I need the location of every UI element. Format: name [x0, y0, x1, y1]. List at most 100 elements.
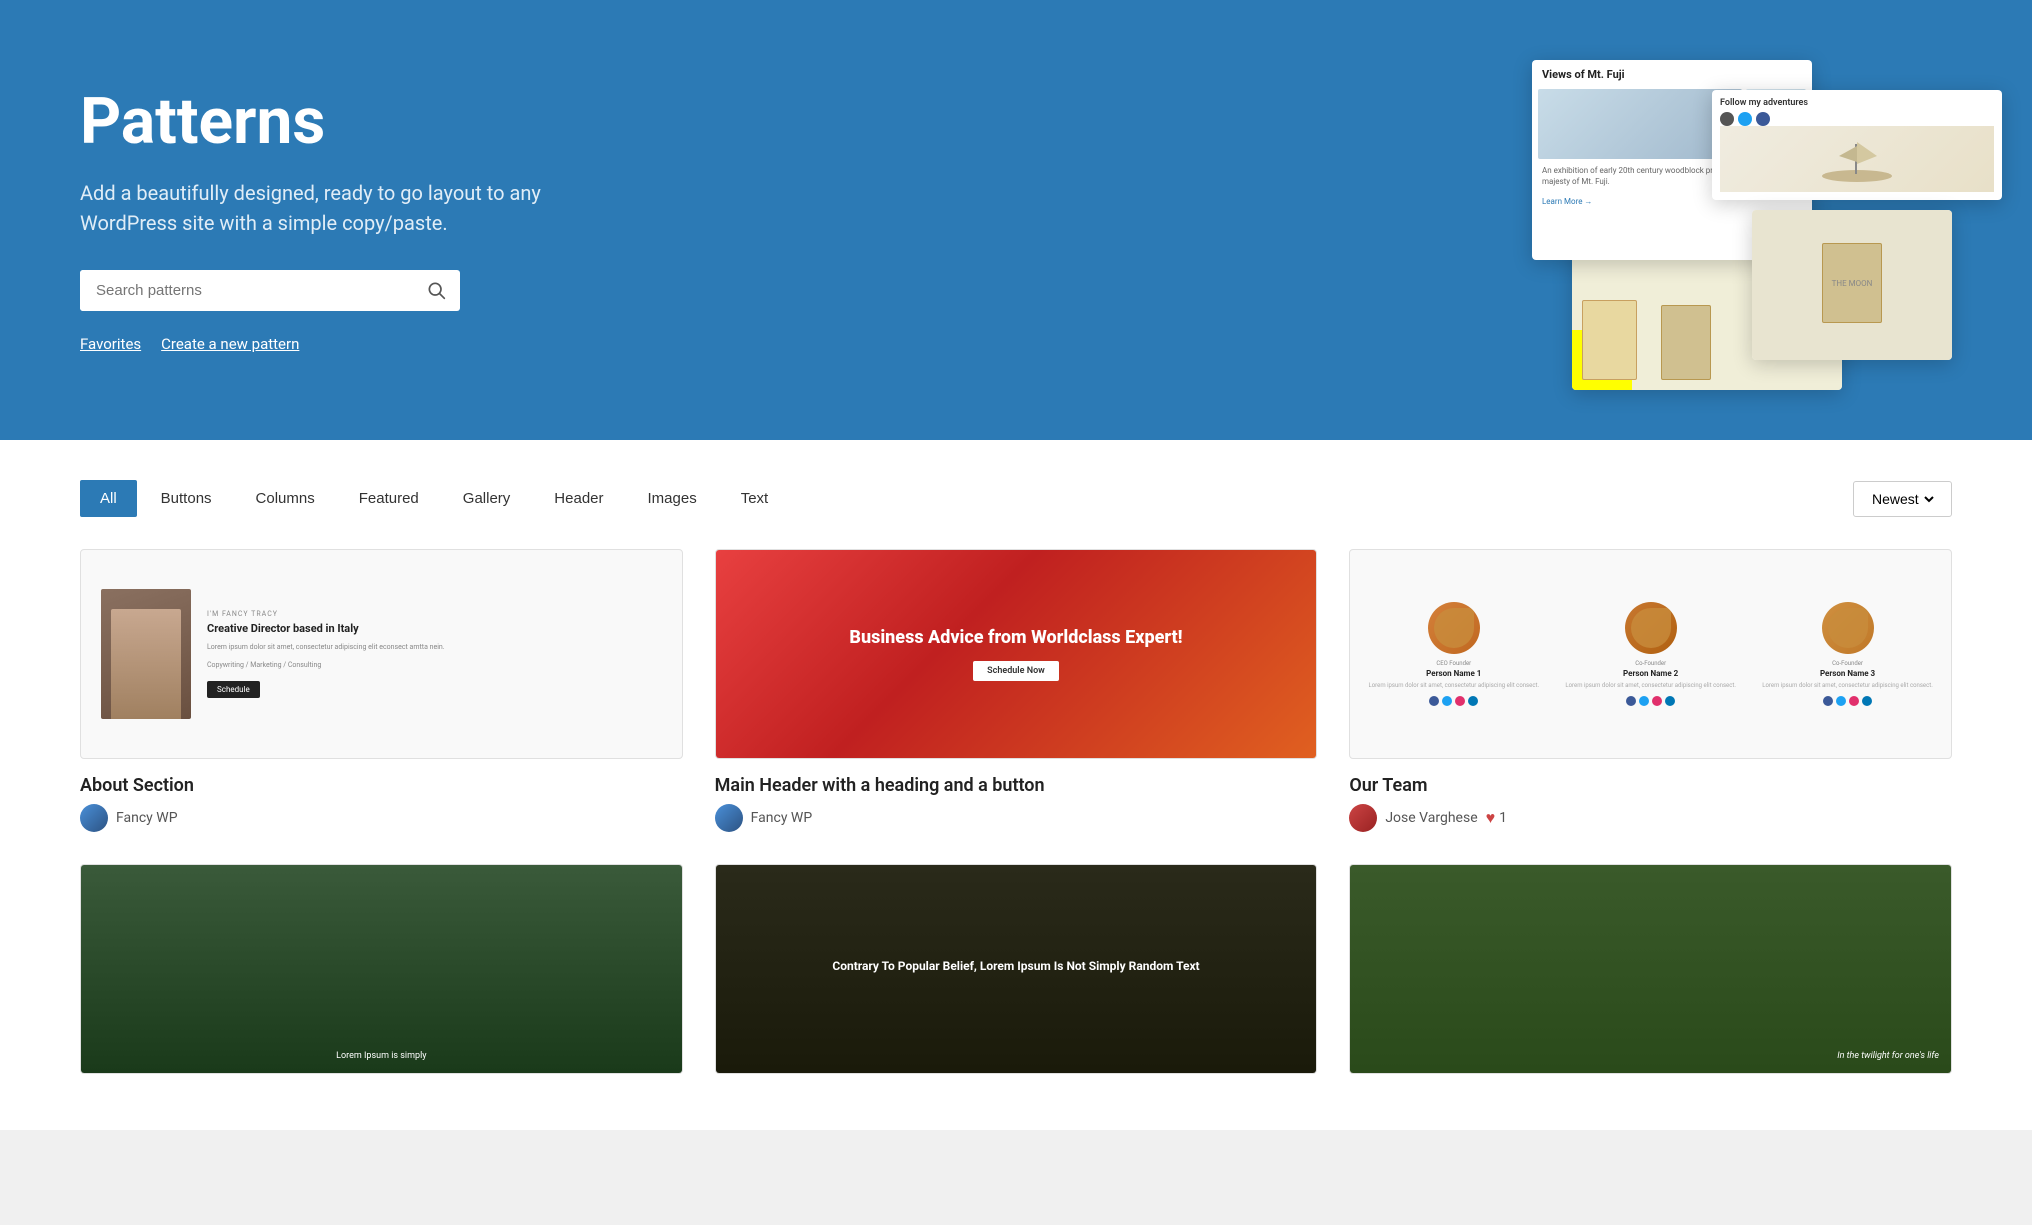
- author-name-team: Jose Varghese: [1385, 810, 1477, 826]
- butterfly-wing-1: [1434, 608, 1474, 648]
- tab-text[interactable]: Text: [721, 480, 789, 517]
- team-avatar-1: [1428, 602, 1480, 654]
- hero-links: Favorites Create a new pattern: [80, 335, 620, 353]
- social-tw-2: [1639, 696, 1649, 706]
- twitter-icon: [1738, 112, 1752, 126]
- pattern-preview-main-header: Business Advice from Worldclass Expert! …: [715, 549, 1318, 759]
- ship-icon: [1817, 134, 1897, 184]
- hero-content: Patterns Add a beautifully designed, rea…: [80, 87, 620, 352]
- pattern-author-main-header: Fancy WP: [715, 804, 1318, 832]
- social-ig-1: [1455, 696, 1465, 706]
- sort-dropdown[interactable]: Newest Oldest Popular: [1853, 481, 1952, 517]
- mh-schedule-btn: Schedule Now: [973, 661, 1059, 681]
- team-role-2: Co-Founder: [1635, 660, 1666, 667]
- team-member-2: Co-Founder Person Name 2 Lorem ipsum dol…: [1557, 602, 1744, 706]
- tab-header[interactable]: Header: [534, 480, 623, 517]
- pattern-card-article[interactable]: Contrary To Popular Belief, Lorem Ipsum …: [715, 864, 1318, 1090]
- follow-text: Follow my adventures: [1720, 98, 1994, 108]
- filter-bar: All Buttons Columns Featured Gallery Hea…: [80, 480, 1952, 517]
- about-body: Lorem ipsum dolor sit amet, consectetur …: [207, 642, 662, 653]
- tab-gallery[interactable]: Gallery: [443, 480, 531, 517]
- create-pattern-link[interactable]: Create a new pattern: [161, 335, 299, 353]
- team-avatar-3: [1822, 602, 1874, 654]
- social-fb-2: [1626, 696, 1636, 706]
- favorites-link[interactable]: Favorites: [80, 335, 141, 353]
- team-text-2: Lorem ipsum dolor sit amet, consectetur …: [1565, 682, 1736, 690]
- tab-columns[interactable]: Columns: [236, 480, 335, 517]
- portrait-figure: [111, 609, 181, 719]
- social-li-1: [1468, 696, 1478, 706]
- pattern-card-main-header[interactable]: Business Advice from Worldclass Expert! …: [715, 549, 1318, 832]
- search-bar: [80, 270, 460, 311]
- social-li-3: [1862, 696, 1872, 706]
- team-preview-content: CEO Founder Person Name 1 Lorem ipsum do…: [1350, 550, 1951, 758]
- social-icons: [1720, 112, 1994, 126]
- team-role-3: Co-Founder: [1832, 660, 1863, 667]
- pattern-author-team: Jose Varghese ♥ 1: [1349, 804, 1952, 832]
- tab-all[interactable]: All: [80, 480, 137, 517]
- author-name-about: Fancy WP: [116, 810, 178, 826]
- about-portrait: [101, 589, 191, 719]
- team-text-1: Lorem ipsum dolor sit amet, consectetur …: [1369, 682, 1540, 690]
- fuji-title: Views of Mt. Fuji: [1532, 60, 1812, 89]
- pattern-meta-about: About Section Fancy WP: [80, 775, 683, 832]
- team-name-3: Person Name 3: [1820, 669, 1875, 678]
- main-header-preview-content: Business Advice from Worldclass Expert! …: [716, 550, 1317, 758]
- pattern-card-team[interactable]: CEO Founder Person Name 1 Lorem ipsum do…: [1349, 549, 1952, 832]
- page-title: Patterns: [80, 87, 620, 157]
- tab-buttons[interactable]: Buttons: [141, 480, 232, 517]
- author-avatar-main-header: [715, 804, 743, 832]
- search-input[interactable]: [80, 270, 412, 311]
- pattern-preview-forest-1: Lorem Ipsum is simply: [80, 864, 683, 1074]
- likes-number: 1: [1499, 810, 1507, 826]
- tab-images[interactable]: Images: [628, 480, 717, 517]
- filter-tabs: All Buttons Columns Featured Gallery Hea…: [80, 480, 788, 517]
- pattern-grid: I'M FANCY TRACY Creative Director based …: [80, 549, 1952, 1090]
- pattern-author-about: Fancy WP: [80, 804, 683, 832]
- sort-select[interactable]: Newest Oldest Popular: [1868, 490, 1937, 508]
- tarot-card-1: [1582, 300, 1637, 380]
- search-icon: [426, 280, 446, 300]
- facebook-icon: [1756, 112, 1770, 126]
- social-tw-3: [1836, 696, 1846, 706]
- butterfly-wing-2: [1631, 608, 1671, 648]
- pattern-preview-team: CEO Founder Person Name 1 Lorem ipsum do…: [1349, 549, 1952, 759]
- hero-preview: Views of Mt. Fuji An exhibition of early…: [1512, 60, 1952, 380]
- pattern-card-forest-1[interactable]: Lorem Ipsum is simply: [80, 864, 683, 1090]
- team-name-2: Person Name 2: [1623, 669, 1678, 678]
- team-social-3: [1823, 696, 1872, 706]
- heart-icon: ♥: [1486, 808, 1496, 828]
- forest-2-text: In the twilight for one's life: [1837, 1051, 1939, 1061]
- article-preview: Contrary To Popular Belief, Lorem Ipsum …: [716, 865, 1317, 1073]
- pattern-meta-main-header: Main Header with a heading and a button …: [715, 775, 1318, 832]
- hero-section: Patterns Add a beautifully designed, rea…: [0, 0, 2032, 440]
- team-member-1: CEO Founder Person Name 1 Lorem ipsum do…: [1360, 602, 1547, 706]
- mh-heading: Business Advice from Worldclass Expert!: [849, 627, 1182, 649]
- social-li-2: [1665, 696, 1675, 706]
- pattern-card-about[interactable]: I'M FANCY TRACY Creative Director based …: [80, 549, 683, 832]
- pattern-card-forest-2[interactable]: In the twilight for one's life: [1349, 864, 1952, 1090]
- about-heading: Creative Director based in Italy: [207, 622, 662, 636]
- pattern-preview-forest-2: In the twilight for one's life: [1349, 864, 1952, 1074]
- pattern-preview-about: I'M FANCY TRACY Creative Director based …: [80, 549, 683, 759]
- social-fb-3: [1823, 696, 1833, 706]
- pattern-meta-team: Our Team Jose Varghese ♥ 1: [1349, 775, 1952, 832]
- team-avatar-2: [1625, 602, 1677, 654]
- social-tw-1: [1442, 696, 1452, 706]
- about-schedule-btn: Schedule: [207, 681, 260, 698]
- search-button[interactable]: [412, 270, 460, 310]
- tab-featured[interactable]: Featured: [339, 480, 439, 517]
- ship-illustration: [1720, 126, 1994, 192]
- pattern-preview-article: Contrary To Popular Belief, Lorem Ipsum …: [715, 864, 1318, 1074]
- team-social-2: [1626, 696, 1675, 706]
- tarot-card-2: [1661, 305, 1711, 380]
- team-text-3: Lorem ipsum dolor sit amet, consectetur …: [1762, 682, 1933, 690]
- social-fb-1: [1429, 696, 1439, 706]
- about-preview-content: I'M FANCY TRACY Creative Director based …: [81, 550, 682, 758]
- butterfly-wing-3: [1828, 608, 1868, 648]
- team-member-3: Co-Founder Person Name 3 Lorem ipsum dol…: [1754, 602, 1941, 706]
- team-role-1: CEO Founder: [1436, 660, 1471, 667]
- author-avatar-team: [1349, 804, 1377, 832]
- forest-1-text: Lorem Ipsum is simply: [336, 1051, 426, 1061]
- team-social-1: [1429, 696, 1478, 706]
